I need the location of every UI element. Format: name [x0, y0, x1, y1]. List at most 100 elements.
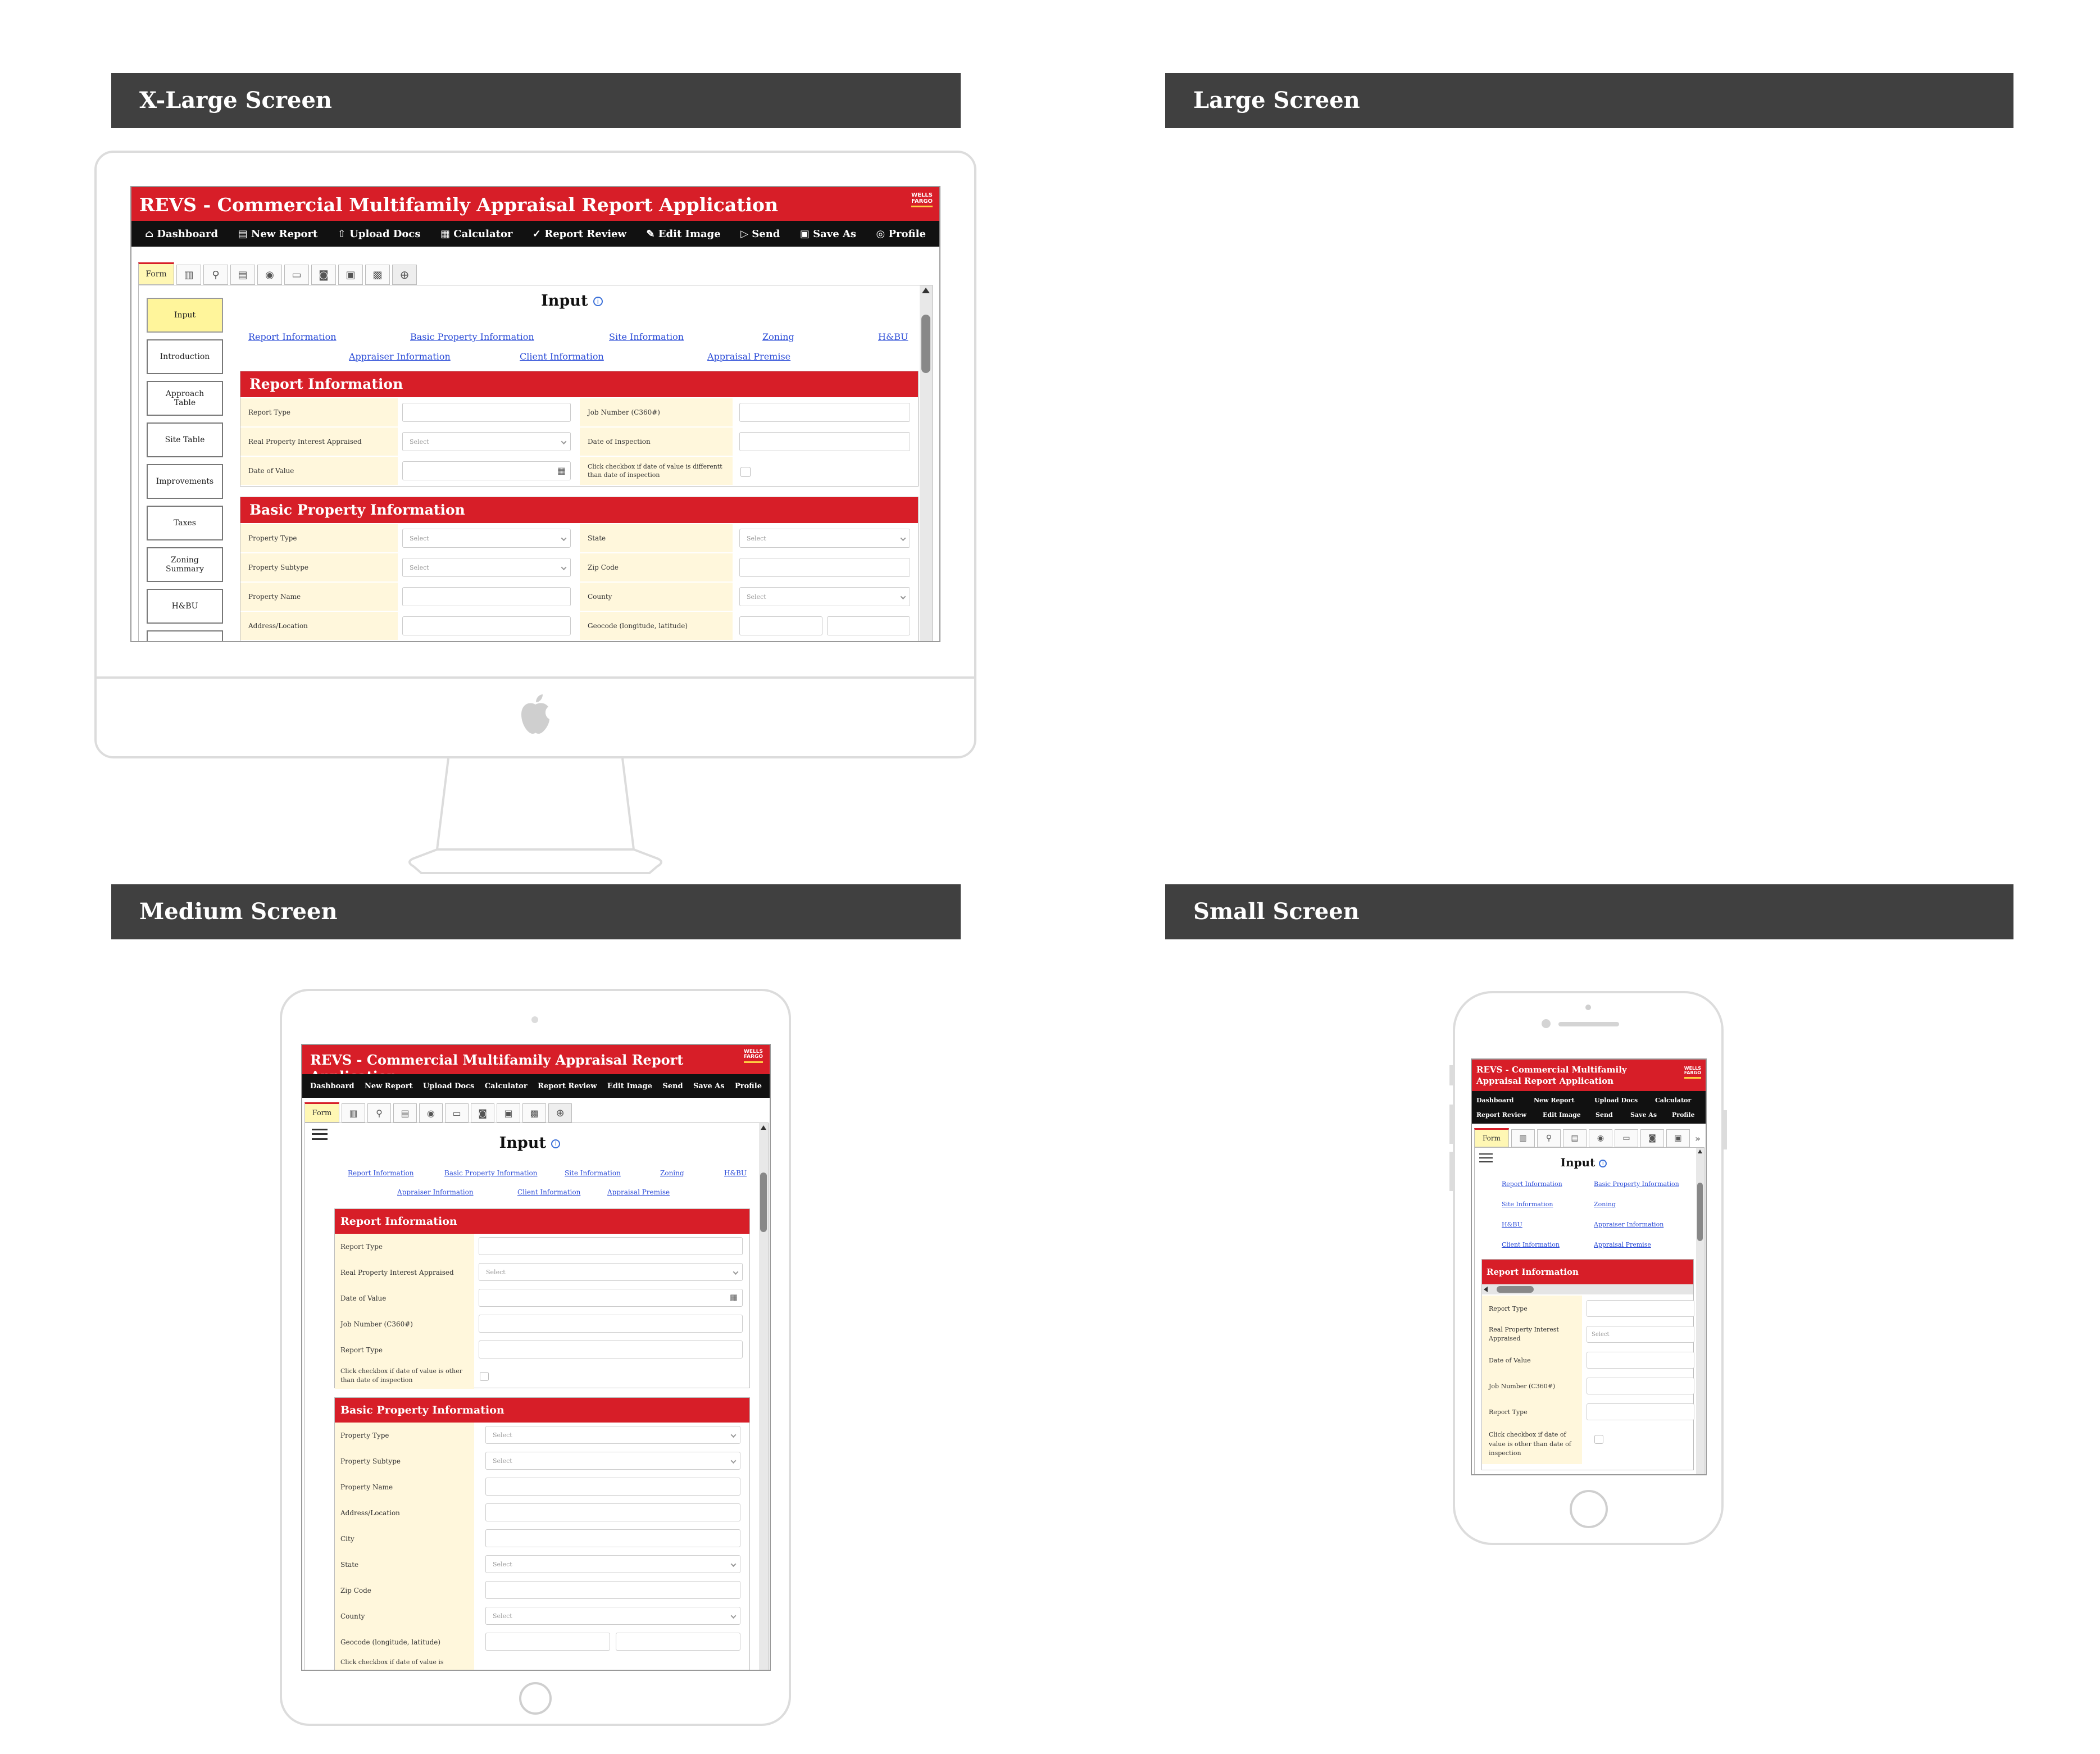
- scroll-up-icon[interactable]: [761, 1125, 766, 1130]
- nav-calculator[interactable]: Calculator: [1655, 1097, 1691, 1104]
- card-icon[interactable]: ▭: [284, 265, 309, 285]
- sidebar-item-input[interactable]: Input: [147, 298, 223, 333]
- link-client-information[interactable]: Client Information: [1502, 1241, 1560, 1248]
- scroll-left-icon[interactable]: [1484, 1287, 1488, 1292]
- report-type-input[interactable]: [479, 1237, 743, 1255]
- date-differs-checkbox[interactable]: [480, 1372, 489, 1381]
- image-icon[interactable]: ▣: [1666, 1129, 1690, 1147]
- nav-upload-docs[interactable]: Upload Docs: [1594, 1097, 1638, 1104]
- horizontal-scrollbar[interactable]: [1482, 1284, 1693, 1294]
- link-report-information[interactable]: Report Information: [1502, 1180, 1562, 1188]
- camera-icon[interactable]: ◙: [1640, 1129, 1664, 1147]
- county-select[interactable]: Select: [485, 1607, 740, 1625]
- building-icon[interactable]: ▥: [342, 1103, 365, 1123]
- document-icon[interactable]: ▤: [230, 265, 255, 285]
- sidebar-item-zoning-summary[interactable]: Zoning Summary: [147, 547, 223, 582]
- scroll-up-icon[interactable]: [1698, 1149, 1702, 1153]
- scroll-up-icon[interactable]: [922, 288, 930, 293]
- tab-form[interactable]: Form: [304, 1102, 339, 1123]
- property-type-select[interactable]: Select: [402, 529, 571, 548]
- scroll-thumb[interactable]: [921, 315, 930, 373]
- link-hbu[interactable]: H&BU: [878, 331, 908, 342]
- property-subtype-select[interactable]: Select: [402, 558, 571, 577]
- latitude-input[interactable]: [616, 1633, 740, 1651]
- real-property-interest-select[interactable]: Select: [1587, 1326, 1694, 1343]
- job-number-input[interactable]: [1587, 1378, 1694, 1394]
- sidebar-item-next[interactable]: [147, 630, 223, 641]
- document-icon[interactable]: ▤: [1563, 1129, 1587, 1147]
- info-icon[interactable]: i: [551, 1139, 561, 1148]
- photo-icon[interactable]: ▩: [365, 265, 390, 285]
- nav-save-as[interactable]: Save As: [1630, 1111, 1657, 1119]
- nav-calculator[interactable]: ▦ Calculator: [440, 228, 512, 240]
- nav-profile[interactable]: ◎ Profile: [876, 228, 926, 240]
- address-input[interactable]: [485, 1503, 740, 1521]
- state-select[interactable]: Select: [485, 1555, 740, 1573]
- date-differs-checkbox[interactable]: [1594, 1435, 1603, 1444]
- real-property-interest-select[interactable]: Select: [479, 1263, 743, 1281]
- nav-report-review[interactable]: ✓ Report Review: [533, 228, 626, 240]
- photo-icon[interactable]: ▩: [522, 1103, 546, 1123]
- nav-upload-docs[interactable]: Upload Docs: [423, 1082, 474, 1090]
- job-number-input[interactable]: [739, 403, 910, 422]
- link-zoning[interactable]: Zoning: [762, 331, 794, 342]
- longitude-input[interactable]: [485, 1633, 610, 1651]
- report-type-input[interactable]: [1587, 1300, 1694, 1317]
- nav-report-review[interactable]: Report Review: [538, 1082, 597, 1090]
- date-of-value-input[interactable]: [1587, 1352, 1694, 1369]
- nav-save-as[interactable]: Save As: [693, 1082, 725, 1090]
- link-report-information[interactable]: Report Information: [348, 1169, 413, 1177]
- link-site-information[interactable]: Site Information: [609, 331, 684, 342]
- vertical-scrollbar[interactable]: [759, 1123, 768, 1670]
- link-appraisal-premise[interactable]: Appraisal Premise: [1594, 1241, 1651, 1248]
- property-name-input[interactable]: [485, 1478, 740, 1496]
- nav-dashboard[interactable]: Dashboard: [1476, 1097, 1514, 1104]
- link-client-information[interactable]: Client Information: [517, 1188, 580, 1196]
- pin-icon[interactable]: ⚲: [367, 1103, 391, 1123]
- camera-icon[interactable]: ◙: [471, 1103, 494, 1123]
- sidebar-item-site-table[interactable]: Site Table: [147, 422, 223, 457]
- date-differs-checkbox[interactable]: [740, 467, 751, 477]
- card-icon[interactable]: ▭: [445, 1103, 469, 1123]
- real-property-interest-select[interactable]: Select: [402, 432, 571, 451]
- card-icon[interactable]: ▭: [1615, 1129, 1638, 1147]
- image-icon[interactable]: ▣: [338, 265, 363, 285]
- vertical-scrollbar[interactable]: [1696, 1148, 1704, 1474]
- report-type-input-2[interactable]: [1587, 1403, 1694, 1420]
- date-of-value-input[interactable]: ▦: [402, 461, 571, 480]
- double-chevron-right-icon[interactable]: »: [1692, 1129, 1703, 1147]
- nav-dashboard[interactable]: Dashboard: [310, 1082, 354, 1090]
- job-number-input[interactable]: [479, 1315, 743, 1333]
- pin-icon[interactable]: ⚲: [1537, 1129, 1561, 1147]
- vertical-scrollbar[interactable]: [920, 285, 932, 641]
- info-icon[interactable]: i: [593, 297, 603, 306]
- nav-edit-image[interactable]: Edit Image: [607, 1082, 652, 1090]
- horizontal-scroll-thumb[interactable]: [1497, 1286, 1534, 1293]
- sidebar-item-hbu[interactable]: H&BU: [147, 589, 223, 624]
- image-icon[interactable]: ▣: [497, 1103, 520, 1123]
- link-appraiser-information[interactable]: Appraiser Information: [397, 1188, 474, 1196]
- report-type-input-2[interactable]: [479, 1341, 743, 1358]
- link-hbu[interactable]: H&BU: [724, 1169, 747, 1177]
- link-appraisal-premise[interactable]: Appraisal Premise: [607, 1188, 670, 1196]
- nav-send[interactable]: ▷ Send: [740, 228, 780, 240]
- state-select[interactable]: Select: [739, 529, 910, 548]
- scroll-thumb[interactable]: [1697, 1183, 1703, 1241]
- nav-upload-docs[interactable]: ⇧ Upload Docs: [338, 228, 421, 240]
- nav-calculator[interactable]: Calculator: [485, 1082, 528, 1090]
- nav-report-review[interactable]: Report Review: [1476, 1111, 1526, 1119]
- link-appraiser-information[interactable]: Appraiser Information: [349, 351, 451, 362]
- pin-icon[interactable]: ⚲: [203, 265, 228, 285]
- nav-profile[interactable]: Profile: [1672, 1111, 1695, 1119]
- nav-send[interactable]: Send: [1596, 1111, 1613, 1119]
- tab-form[interactable]: Form: [1474, 1128, 1509, 1147]
- link-zoning[interactable]: Zoning: [1594, 1201, 1616, 1208]
- date-of-inspection-input[interactable]: [739, 432, 910, 451]
- eye-icon[interactable]: ◉: [1589, 1129, 1612, 1147]
- sidebar-item-taxes[interactable]: Taxes: [147, 506, 223, 540]
- document-icon[interactable]: ▤: [393, 1103, 417, 1123]
- longitude-input[interactable]: [739, 616, 822, 635]
- link-hbu[interactable]: H&BU: [1502, 1221, 1522, 1228]
- nav-save-as[interactable]: ▣ Save As: [800, 228, 856, 240]
- sidebar-item-improvements[interactable]: Improvements: [147, 464, 223, 499]
